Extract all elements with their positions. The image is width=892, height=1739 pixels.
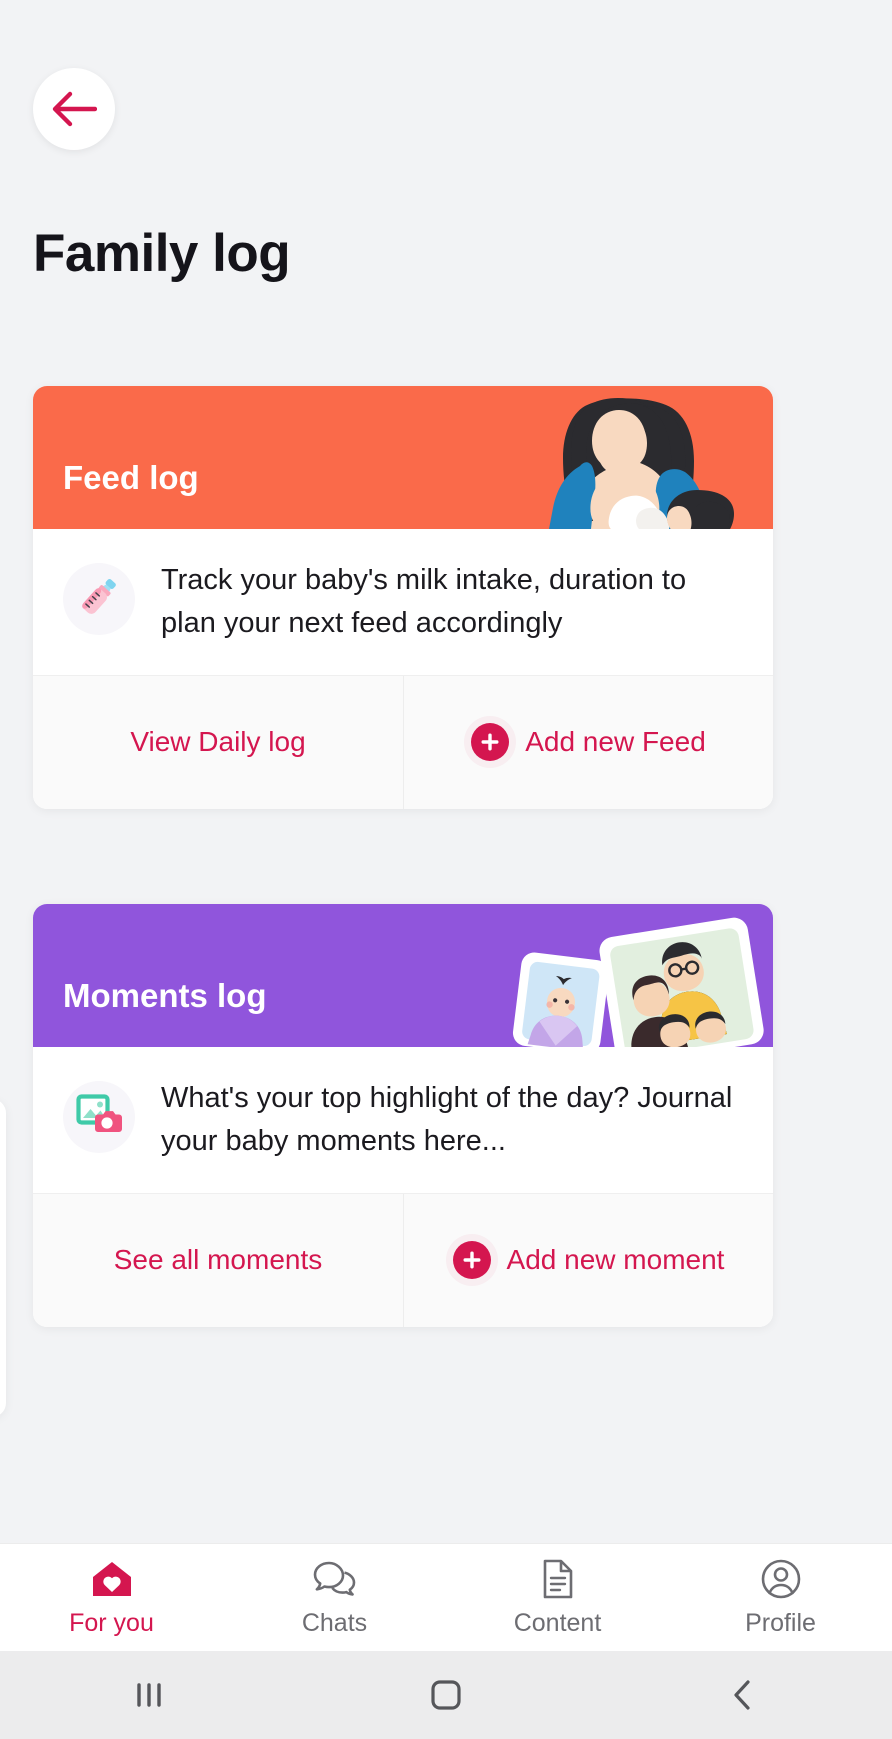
tab-for-you[interactable]: For you [0, 1558, 223, 1638]
bottom-tab-bar: For you Chats Content Profile [0, 1543, 892, 1651]
arrow-left-icon [51, 90, 97, 128]
baby-bottle-icon [76, 574, 122, 625]
moments-log-banner-title: Moments log [63, 977, 267, 1014]
moments-log-banner: Moments log [33, 904, 773, 1047]
feed-log-banner: Feed log [33, 386, 773, 529]
tab-chats[interactable]: Chats [223, 1558, 446, 1638]
baby-bottle-icon-wrap [63, 563, 135, 635]
feed-log-description: Track your baby's milk intake, duration … [161, 564, 687, 639]
system-navigation-bar [0, 1651, 892, 1739]
home-square-icon [429, 1678, 463, 1712]
home-heart-icon [90, 1558, 134, 1600]
add-new-feed-label: Add new Feed [525, 726, 706, 758]
moments-log-body: What's your top highlight of the day? Jo… [33, 1047, 773, 1193]
tab-profile[interactable]: Profile [669, 1558, 892, 1638]
family-photo-cards-illustration [473, 904, 773, 1047]
feed-log-body: Track your baby's milk intake, duration … [33, 529, 773, 675]
feed-log-actions: View Daily log Add new Feed [33, 674, 773, 809]
adjacent-card-edge [0, 1099, 6, 1417]
system-back-button[interactable] [595, 1678, 892, 1712]
moments-log-description: What's your top highlight of the day? Jo… [161, 1082, 733, 1157]
see-all-moments-button[interactable]: See all moments [33, 1193, 403, 1327]
tab-profile-label: Profile [745, 1608, 816, 1637]
photo-camera-icon [75, 1092, 123, 1143]
tab-content-label: Content [513, 1608, 602, 1637]
see-all-moments-label: See all moments [113, 1244, 323, 1276]
photo-camera-icon-wrap [63, 1081, 135, 1153]
feed-log-banner-title: Feed log [63, 459, 199, 496]
view-daily-log-button[interactable]: View Daily log [33, 675, 403, 809]
add-new-feed-button[interactable]: Add new Feed [403, 675, 773, 809]
recents-bars-icon [132, 1679, 166, 1711]
add-new-moment-button[interactable]: Add new moment [403, 1193, 773, 1327]
tab-content[interactable]: Content [446, 1558, 669, 1638]
document-icon [540, 1558, 576, 1600]
system-home-button[interactable] [297, 1678, 594, 1712]
app-screen: Family log Feed log Track your baby's mi… [0, 0, 892, 1739]
moments-log-card[interactable]: Moments log What's your top highlight of… [33, 904, 773, 1327]
add-new-moment-label: Add new moment [506, 1244, 725, 1276]
moments-log-actions: See all moments Add new moment [33, 1192, 773, 1327]
back-button[interactable] [33, 68, 115, 150]
feed-log-card[interactable]: Feed log Track your baby's milk intake, … [33, 386, 773, 809]
plus-circle-icon [471, 723, 510, 762]
tab-chats-label: Chats [301, 1608, 368, 1637]
chat-bubbles-icon [312, 1558, 358, 1600]
chevron-left-icon [729, 1678, 757, 1712]
view-daily-log-label: View Daily log [130, 726, 306, 758]
user-circle-icon [760, 1558, 802, 1600]
tab-for-you-label: For you [69, 1608, 154, 1637]
scroll-content: Family log Feed log Track your baby's mi… [0, 0, 892, 1543]
breastfeeding-mother-illustration [473, 386, 773, 529]
page-title: Family log [33, 224, 291, 283]
system-recents-button[interactable] [0, 1679, 297, 1711]
plus-circle-icon [452, 1241, 491, 1280]
